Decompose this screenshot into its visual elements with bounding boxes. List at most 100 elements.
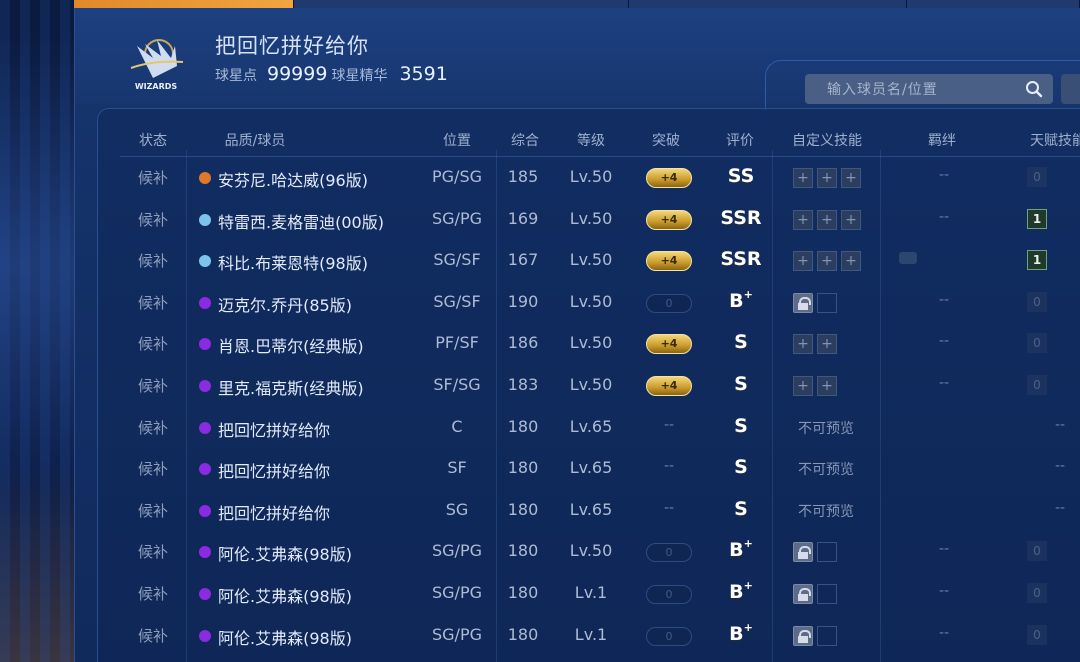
player-name[interactable]: 把回忆拼好给你 bbox=[218, 500, 330, 524]
add-skill-slot[interactable]: + bbox=[841, 251, 861, 272]
table-row[interactable]: 候补 迈克尔.乔丹(85版) SG/SF 190 Lv.50 0 B+ -- 0 bbox=[0, 282, 1080, 323]
bond-dash: -- bbox=[938, 624, 950, 641]
header-position[interactable]: 位置 bbox=[443, 130, 471, 150]
status-cell: 候补 bbox=[137, 543, 169, 562]
overall-cell: 180 bbox=[507, 416, 539, 436]
talent-badge[interactable]: 1 bbox=[1027, 208, 1047, 229]
talent-empty: 0 bbox=[1027, 375, 1047, 395]
header-bond[interactable]: 羁绊 bbox=[928, 130, 956, 150]
table-row[interactable]: 候补 安芬尼.哈达威(96版) PG/SG 185 Lv.50 +4 SS + + + -- 0 bbox=[0, 157, 1080, 198]
player-name[interactable]: 阿伦.艾弗森(98版) bbox=[218, 625, 352, 649]
header-level[interactable]: 等级 bbox=[577, 130, 605, 150]
add-skill-slot[interactable]: + bbox=[841, 168, 861, 188]
header-grade[interactable]: 评价 bbox=[726, 130, 754, 150]
quality-dot bbox=[199, 296, 211, 309]
filter-button[interactable] bbox=[1061, 74, 1080, 104]
bond-dash: -- bbox=[938, 375, 950, 391]
player-name[interactable]: 把回忆拼好给你 bbox=[218, 458, 330, 482]
header-breakthrough[interactable]: 突破 bbox=[652, 130, 680, 150]
breakthrough-badge: +4 bbox=[646, 334, 692, 355]
empty-skill-slot bbox=[817, 542, 837, 563]
player-name[interactable]: 安芬尼.哈达威(96版) bbox=[218, 167, 368, 191]
table-row[interactable]: 候补 特雷西.麦格雷迪(00版) SG/PG 169 Lv.50 +4 SSR + + + -- 1 bbox=[0, 199, 1080, 240]
quality-dot bbox=[199, 504, 211, 517]
bond-dash: -- bbox=[938, 583, 950, 599]
add-skill-slot[interactable]: + bbox=[817, 209, 837, 230]
star-essence-value: 3591 bbox=[399, 63, 448, 85]
level-cell: Lv.50 bbox=[569, 541, 613, 561]
top-tab-4[interactable] bbox=[907, 0, 1080, 8]
add-skill-slot[interactable]: + bbox=[793, 168, 813, 188]
add-skill-slot[interactable]: + bbox=[793, 209, 813, 230]
bond-dash: -- bbox=[938, 541, 950, 558]
search-input[interactable]: 输入球员名/位置 bbox=[805, 74, 1053, 104]
player-name[interactable]: 科比.布莱恩特(98版) bbox=[218, 250, 368, 274]
empty-skill-slot bbox=[817, 292, 837, 313]
player-name[interactable]: 肖恩.巴蒂尔(经典版) bbox=[218, 333, 364, 357]
bond-icon[interactable] bbox=[899, 252, 917, 265]
talent-empty: 0 bbox=[1027, 291, 1047, 312]
table-row[interactable]: 候补 把回忆拼好给你 C 180 Lv.65 -- S 不可预览 -- bbox=[0, 407, 1080, 448]
status-cell: 候补 bbox=[137, 460, 169, 479]
table-row[interactable]: 候补 里克.福克斯(经典版) SF/SG 183 Lv.50 +4 S + + -- 0 bbox=[0, 365, 1080, 406]
level-cell: Lv.65 bbox=[569, 499, 613, 519]
quality-dot bbox=[199, 380, 211, 392]
grade-text: B bbox=[729, 581, 744, 603]
header-player[interactable]: 品质/球员 bbox=[225, 130, 286, 150]
status-cell: 候补 bbox=[137, 335, 169, 354]
grade-text: B bbox=[729, 539, 744, 562]
top-tab-active[interactable] bbox=[74, 0, 294, 8]
add-skill-slot[interactable]: + bbox=[817, 334, 837, 355]
table-row[interactable]: 候补 阿伦.艾弗森(98版) SG/PG 180 Lv.1 0 B+ -- 0 bbox=[0, 573, 1080, 614]
top-tab-3[interactable] bbox=[629, 0, 907, 8]
status-cell: 候补 bbox=[137, 252, 169, 271]
breakthrough-dash: -- bbox=[663, 499, 675, 516]
star-points-value: 99999 bbox=[267, 63, 328, 85]
top-tab-bar bbox=[74, 0, 1080, 8]
player-name[interactable]: 阿伦.艾弗森(98版) bbox=[218, 541, 352, 565]
lock-icon bbox=[793, 542, 813, 563]
search-placeholder: 输入球员名/位置 bbox=[827, 82, 938, 98]
talent-dash: -- bbox=[1054, 416, 1066, 433]
add-skill-slot[interactable]: + bbox=[793, 334, 813, 355]
table-row[interactable]: 候补 科比.布莱恩特(98版) SG/SF 167 Lv.50 +4 SSR + + +1 bbox=[0, 240, 1080, 281]
header-custom-skills[interactable]: 自定义技能 bbox=[792, 130, 862, 150]
add-skill-slot[interactable]: + bbox=[817, 251, 837, 272]
position-cell: SG/PG bbox=[432, 208, 482, 228]
header-status[interactable]: 状态 bbox=[139, 130, 167, 150]
add-skill-slot[interactable]: + bbox=[817, 376, 837, 396]
skills-preview-unavailable: 不可预览 bbox=[798, 462, 854, 479]
wizards-logo: WIZARDS bbox=[130, 39, 184, 91]
breakthrough-dash: -- bbox=[663, 416, 675, 433]
header-talent-skills[interactable]: 天赋技能 bbox=[1030, 130, 1080, 150]
status-cell: 候补 bbox=[137, 293, 169, 312]
add-skill-slot[interactable]: + bbox=[793, 376, 813, 396]
player-name[interactable]: 里克.福克斯(经典版) bbox=[218, 375, 364, 399]
player-name[interactable]: 迈克尔.乔丹(85版) bbox=[218, 292, 352, 316]
table-row[interactable]: 候补 肖恩.巴蒂尔(经典版) PF/SF 186 Lv.50 +4 S + + -- 0 bbox=[0, 323, 1080, 364]
add-skill-slot[interactable]: + bbox=[841, 209, 861, 230]
talent-badge[interactable]: 1 bbox=[1027, 250, 1047, 271]
top-tab-2[interactable] bbox=[294, 0, 629, 8]
add-skill-slot[interactable]: + bbox=[817, 168, 837, 188]
player-name[interactable]: 特雷西.麦格雷迪(00版) bbox=[218, 209, 384, 233]
grade-badge: SSR bbox=[720, 248, 761, 270]
search-icon[interactable] bbox=[1025, 80, 1043, 98]
player-name[interactable]: 把回忆拼好给你 bbox=[218, 417, 330, 441]
position-cell: SG/PG bbox=[432, 583, 482, 602]
table-row[interactable]: 候补 把回忆拼好给你 SF 180 Lv.65 -- S 不可预览 -- bbox=[0, 448, 1080, 489]
table-row[interactable]: 候补 阿伦.艾弗森(98版) SG/PG 180 Lv.50 0 B+ -- 0 bbox=[0, 531, 1080, 572]
position-cell: SG/PG bbox=[432, 541, 482, 561]
grade-plus: + bbox=[743, 537, 753, 551]
grade-text: SSR bbox=[720, 206, 762, 229]
add-skill-slot[interactable]: + bbox=[793, 251, 813, 272]
bond-dash: -- bbox=[938, 291, 950, 308]
grade-badge: B+ bbox=[729, 579, 753, 603]
header-overall[interactable]: 综合 bbox=[511, 130, 539, 150]
quality-dot bbox=[199, 255, 211, 268]
level-cell: Lv.50 bbox=[569, 208, 613, 228]
talent-dash: -- bbox=[1054, 458, 1066, 475]
player-name[interactable]: 阿伦.艾弗森(98版) bbox=[218, 583, 352, 607]
table-row[interactable]: 候补 阿伦.艾弗森(98版) SG/PG 180 Lv.1 0 B+ -- 0 bbox=[0, 615, 1080, 656]
table-row[interactable]: 候补 把回忆拼好给你 SG 180 Lv.65 -- S 不可预览 -- bbox=[0, 490, 1080, 531]
